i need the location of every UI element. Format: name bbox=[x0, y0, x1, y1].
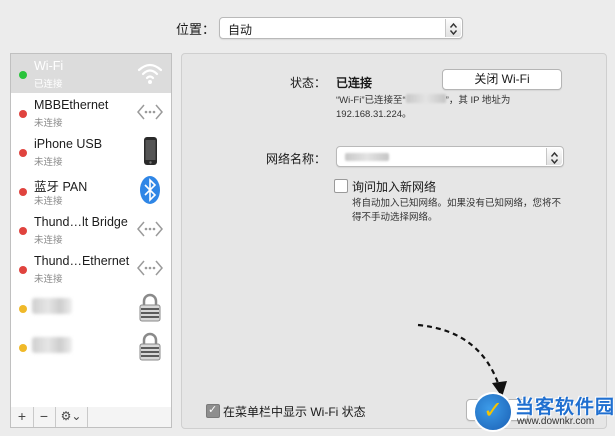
network-detail-panel: 状态： 已连接 关闭 Wi-Fi “Wi-Fi”已连接至“ ”，其 IP 地址为 … bbox=[181, 53, 607, 429]
watermark-url: www.downkr.com bbox=[517, 416, 595, 427]
service-name: MBBEthernet bbox=[34, 98, 109, 112]
ethernet-arrows-icon bbox=[135, 97, 165, 127]
service-item-iphone-usb[interactable]: iPhone USB 未连接 bbox=[11, 132, 171, 171]
status-dot-red bbox=[19, 188, 27, 196]
status-description: “Wi-Fi”已连接至“ ”，其 IP 地址为 192.168.31.224。 bbox=[336, 94, 576, 122]
network-name-select[interactable] bbox=[336, 146, 564, 167]
site-watermark: 当客软件园 www.downkr.com bbox=[465, 388, 615, 436]
status-dot-yellow bbox=[19, 305, 27, 313]
service-item-vpn-1[interactable] bbox=[11, 288, 171, 327]
service-item-wifi[interactable]: Wi-Fi 已连接 bbox=[11, 54, 171, 93]
gear-menu-button[interactable]: ⚙︎⌄ bbox=[55, 407, 88, 427]
add-service-button[interactable]: + bbox=[11, 407, 34, 427]
ask-join-desc-line-1: 将自动加入已知网络。如果没有已知网络，您将不 bbox=[352, 198, 562, 209]
redacted-ssid bbox=[405, 94, 446, 103]
bluetooth-icon bbox=[135, 175, 165, 205]
remove-service-button[interactable]: − bbox=[33, 407, 56, 427]
service-status: 未连接 bbox=[34, 157, 63, 168]
status-dot-green bbox=[19, 71, 27, 79]
service-item-thunderbolt-ethernet[interactable]: Thund…Ethernet 未连接 bbox=[11, 249, 171, 288]
status-label: 状态： bbox=[290, 76, 327, 90]
ask-join-desc-line-2: 得不手动选择网络。 bbox=[352, 212, 438, 223]
service-item-vpn-2[interactable] bbox=[11, 327, 171, 366]
redacted-network-name bbox=[345, 153, 389, 161]
turn-off-wifi-button[interactable]: 关闭 Wi-Fi bbox=[442, 69, 562, 90]
service-list-toolbar: + − ⚙︎⌄ bbox=[10, 407, 172, 428]
ip-address: 192.168.31.224。 bbox=[336, 109, 412, 120]
ethernet-arrows-icon bbox=[135, 214, 165, 244]
redacted-service-name bbox=[32, 337, 72, 353]
service-list: Wi-Fi 已连接 MBBEthernet 未连接 iPhone USB 未连接… bbox=[10, 53, 172, 409]
status-desc-prefix: “Wi-Fi”已连接至“ bbox=[336, 95, 406, 106]
service-status: 未连接 bbox=[34, 196, 63, 207]
service-item-thunderbolt-bridge[interactable]: Thund…lt Bridge 未连接 bbox=[11, 210, 171, 249]
service-status: 未连接 bbox=[34, 118, 63, 129]
watermark-logo-icon bbox=[473, 392, 513, 432]
watermark-title: 当客软件园 bbox=[515, 397, 615, 418]
location-label: 位置： bbox=[176, 22, 216, 37]
status-desc-suffix: ”，其 IP 地址为 bbox=[445, 95, 511, 106]
ask-join-label: 询问加入新网络 bbox=[352, 180, 437, 194]
service-name: Thund…lt Bridge bbox=[34, 215, 128, 229]
iphone-icon bbox=[135, 136, 165, 166]
chevron-updown-icon bbox=[445, 19, 461, 37]
service-status: 未连接 bbox=[34, 274, 63, 285]
network-name-label: 网络名称： bbox=[266, 152, 327, 166]
status-dot-red bbox=[19, 149, 27, 157]
vpn-lock-icon bbox=[135, 331, 165, 361]
location-select[interactable]: 自动 bbox=[219, 17, 463, 39]
chevron-updown-icon bbox=[546, 148, 562, 165]
status-dot-red bbox=[19, 227, 27, 235]
service-item-mbbethernet[interactable]: MBBEthernet 未连接 bbox=[11, 93, 171, 132]
service-name: Thund…Ethernet bbox=[34, 254, 130, 268]
redacted-service-name bbox=[32, 298, 72, 314]
status-dot-yellow bbox=[19, 344, 27, 352]
status-value: 已连接 bbox=[336, 76, 373, 90]
service-item-bluetooth-pan[interactable]: 蓝牙 PAN 未连接 bbox=[11, 171, 171, 210]
ethernet-arrows-icon bbox=[135, 253, 165, 283]
service-name: iPhone USB bbox=[34, 137, 103, 151]
show-in-menubar-checkbox[interactable] bbox=[206, 403, 220, 418]
show-in-menubar-label: 在菜单栏中显示 Wi-Fi 状态 bbox=[223, 405, 366, 419]
ask-join-description: 将自动加入已知网络。如果没有已知网络，您将不 得不手动选择网络。 bbox=[352, 197, 597, 225]
ask-join-checkbox[interactable] bbox=[334, 179, 348, 193]
service-name: Wi-Fi bbox=[34, 59, 64, 73]
service-status: 已连接 bbox=[34, 79, 63, 90]
location-value: 自动 bbox=[228, 23, 253, 37]
status-dot-red bbox=[19, 110, 27, 118]
wifi-icon bbox=[135, 58, 165, 88]
status-dot-red bbox=[19, 266, 27, 274]
vpn-lock-icon bbox=[135, 292, 165, 322]
service-status: 未连接 bbox=[34, 235, 63, 246]
